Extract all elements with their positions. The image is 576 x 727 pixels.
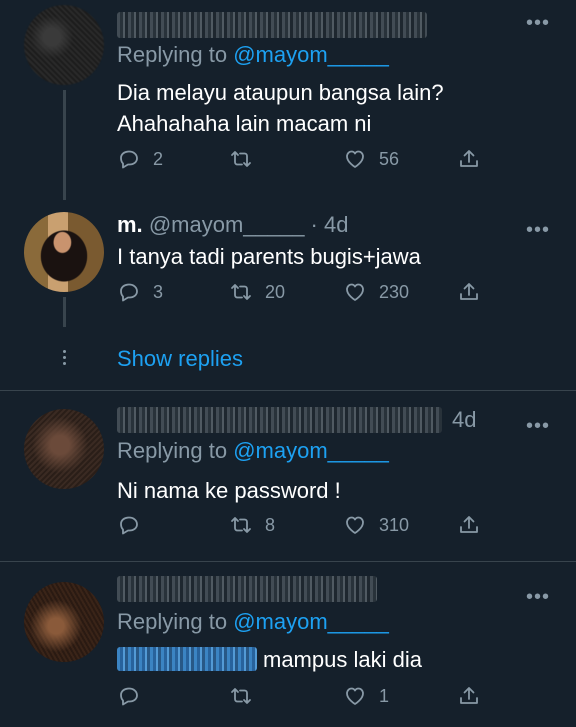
tweet-text: mampus laki dia — [263, 647, 422, 672]
share-icon — [460, 516, 478, 533]
avatar[interactable] — [24, 582, 104, 662]
mention-link[interactable]: @mayom_____ — [233, 438, 389, 463]
more-icon[interactable]: ••• — [526, 13, 550, 33]
avatar[interactable] — [24, 5, 104, 85]
tweet-1[interactable]: ••• Replying to @mayom_____ Dia melayu a… — [0, 0, 576, 200]
mention-link[interactable]: @mayom_____ — [233, 609, 389, 634]
tweet-2[interactable]: m. @mayom_____ · 4d ••• I tanya tadi par… — [0, 200, 576, 390]
retweet-icon — [231, 517, 251, 533]
like-button[interactable]: 230 — [343, 280, 409, 304]
thread-line — [63, 90, 66, 200]
retweet-button[interactable]: 8 — [229, 513, 275, 537]
reply-icon — [120, 150, 138, 169]
tweet-text: Ni nama ke password ! — [117, 478, 341, 503]
reply-icon — [120, 283, 138, 302]
retweet-icon — [231, 688, 251, 704]
replying-to: Replying to @mayom_____ — [117, 42, 389, 67]
more-icon[interactable]: ••• — [526, 587, 550, 607]
handle-time: @mayom_____ · 4d — [148, 212, 349, 237]
redacted-name — [117, 407, 442, 433]
retweet-icon — [231, 151, 251, 167]
share-icon — [460, 150, 478, 167]
like-count: 1 — [379, 685, 390, 706]
tweet-author[interactable]: m. @mayom_____ · 4d — [117, 212, 348, 238]
more-replies-dots — [61, 350, 67, 368]
redacted-name — [117, 12, 427, 38]
share-button[interactable] — [457, 684, 481, 708]
reply-icon — [120, 516, 138, 535]
like-count: 310 — [379, 514, 410, 535]
tweet-text: Dia melayu ataupun bangsa lain? Ahahahah… — [117, 80, 444, 136]
reply-count: 2 — [153, 148, 164, 169]
more-icon[interactable]: ••• — [526, 220, 550, 240]
tweet-time: 4d — [452, 407, 477, 432]
thread-line — [63, 297, 66, 327]
reply-icon — [120, 687, 138, 706]
reply-button[interactable] — [117, 684, 153, 708]
share-button[interactable] — [457, 280, 481, 304]
show-replies-link[interactable]: Show replies — [117, 346, 243, 372]
like-button[interactable]: 56 — [343, 147, 399, 171]
tweet-text: I tanya tadi parents bugis+jawa — [117, 244, 421, 269]
like-count: 56 — [379, 148, 400, 169]
tweet-actions: 8 310 — [117, 513, 487, 543]
share-icon — [460, 283, 478, 300]
tweet-4[interactable]: ••• Replying to @mayom_____ mampus laki … — [0, 562, 576, 727]
like-button[interactable]: 1 — [343, 684, 389, 708]
reply-button[interactable]: 3 — [117, 280, 163, 304]
like-count: 230 — [379, 281, 410, 302]
retweet-count: 8 — [265, 514, 276, 535]
share-icon — [460, 687, 478, 704]
tweet-actions: 2 56 — [117, 147, 487, 177]
like-icon — [346, 283, 364, 301]
display-name: m. — [117, 212, 143, 237]
redacted-mention — [117, 647, 257, 671]
like-icon — [346, 150, 364, 168]
more-icon[interactable]: ••• — [526, 416, 550, 436]
replying-to: Replying to @mayom_____ — [117, 438, 389, 463]
tweet-actions: 1 — [117, 684, 487, 714]
retweet-button[interactable] — [229, 684, 265, 708]
like-icon — [346, 516, 364, 534]
tweet-actions: 3 20 230 — [117, 280, 487, 310]
avatar[interactable] — [24, 409, 104, 489]
reply-button[interactable] — [117, 513, 153, 537]
retweet-count: 20 — [265, 281, 286, 302]
avatar[interactable] — [24, 212, 104, 292]
reply-count: 3 — [153, 281, 164, 302]
redacted-name — [117, 576, 377, 602]
retweet-icon — [231, 284, 251, 300]
tweet-3[interactable]: 4d ••• Replying to @mayom_____ Ni nama k… — [0, 391, 576, 561]
share-button[interactable] — [457, 513, 481, 537]
like-icon — [346, 687, 364, 705]
retweet-button[interactable] — [229, 147, 265, 171]
retweet-button[interactable]: 20 — [229, 280, 285, 304]
replying-to: Replying to @mayom_____ — [117, 609, 389, 634]
share-button[interactable] — [457, 147, 481, 171]
mention-link[interactable]: @mayom_____ — [233, 42, 389, 67]
like-button[interactable]: 310 — [343, 513, 409, 537]
reply-button[interactable]: 2 — [117, 147, 163, 171]
